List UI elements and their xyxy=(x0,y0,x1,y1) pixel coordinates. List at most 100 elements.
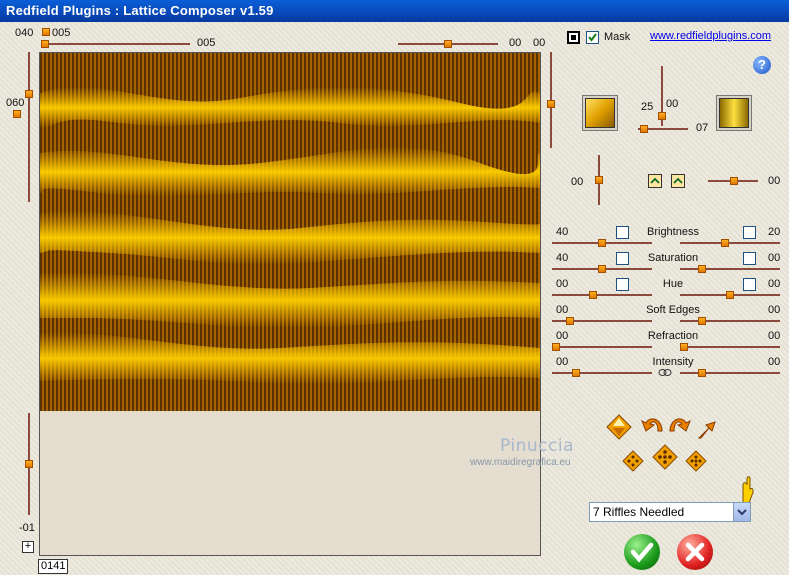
up-toggle-button-2[interactable] xyxy=(671,174,685,188)
dice-icon[interactable] xyxy=(622,450,644,475)
link-chain-icon[interactable] xyxy=(658,368,672,377)
preview-graphic xyxy=(40,53,540,411)
adjust-left-value: 00 xyxy=(556,278,569,290)
preset-select[interactable]: 7 Riffles Needled xyxy=(589,502,751,522)
adjust-left-checkbox[interactable] xyxy=(616,252,629,265)
watermark-url: www.maidiregrafica.eu xyxy=(470,457,571,468)
adjust-left-value: 40 xyxy=(556,252,569,264)
redo-arrow-icon[interactable] xyxy=(666,413,692,438)
redfield-link[interactable]: www.redfieldplugins.com xyxy=(650,30,771,42)
frame-counter: 0141 xyxy=(38,559,68,574)
adjust-right-slider-thumb[interactable] xyxy=(680,343,688,351)
adjust-right-slider-thumb[interactable] xyxy=(721,239,729,247)
adjust-right-slider-thumb[interactable] xyxy=(726,291,734,299)
adjust-left-slider-track[interactable] xyxy=(552,372,652,374)
expand-arrow-icon[interactable] xyxy=(697,420,717,443)
top-small-thumb[interactable] xyxy=(42,28,50,36)
adjust-right-checkbox[interactable] xyxy=(743,252,756,265)
top-right-value-1: 00 xyxy=(509,37,522,49)
adjust-left-slider-thumb[interactable] xyxy=(598,265,606,273)
adjust-left-slider-thumb[interactable] xyxy=(589,291,597,299)
adjust-right-value: 00 xyxy=(768,278,781,290)
top-right-slider-thumb[interactable] xyxy=(444,40,452,48)
adjust-left-slider-thumb[interactable] xyxy=(572,369,580,377)
dice-icon[interactable] xyxy=(685,450,707,475)
adjust-right-slider-track[interactable] xyxy=(680,242,780,244)
adjust-right-checkbox[interactable] xyxy=(743,226,756,239)
adjust-label: Refraction xyxy=(647,330,699,342)
left-upper-slider-track[interactable] xyxy=(28,52,30,202)
adjust-left-value: 00 xyxy=(556,330,569,342)
mask-checkbox[interactable] xyxy=(586,31,599,44)
left-upper-value: 060 xyxy=(6,97,25,109)
top-left-value: 040 xyxy=(15,27,34,39)
adjust-left-checkbox[interactable] xyxy=(616,226,629,239)
adjust-right-value: 00 xyxy=(768,252,781,264)
adjust-left-slider-thumb[interactable] xyxy=(566,317,574,325)
left-upper-slider-thumb[interactable] xyxy=(25,90,33,98)
cancel-x-icon xyxy=(685,542,705,562)
ok-check-icon xyxy=(630,542,654,563)
adjust-right-value: 00 xyxy=(768,304,781,316)
adjust-left-slider-thumb[interactable] xyxy=(552,343,560,351)
right-vertical-slider-thumb[interactable] xyxy=(547,100,555,108)
adjust-right-value: 00 xyxy=(768,356,781,368)
mid-vertical-slider-thumb[interactable] xyxy=(595,176,603,184)
adjust-left-slider-thumb[interactable] xyxy=(598,239,606,247)
adjust-right-checkbox[interactable] xyxy=(743,278,756,291)
adjust-label: Hue xyxy=(662,278,684,290)
adjust-label: Soft Edges xyxy=(646,304,700,316)
adjust-right-slider-track[interactable] xyxy=(680,268,780,270)
adjust-right-slider-track[interactable] xyxy=(680,346,780,348)
top-slider-track[interactable] xyxy=(42,43,190,45)
color-swatch-right[interactable] xyxy=(716,95,752,131)
chevron-down-icon[interactable] xyxy=(733,503,750,521)
top-small-value: 005 xyxy=(52,27,71,39)
top-right-value-2: 00 xyxy=(533,37,546,49)
ok-button[interactable] xyxy=(624,534,660,570)
adjust-label: Intensity xyxy=(652,356,694,368)
adjust-left-value: 40 xyxy=(556,226,569,238)
adjust-left-slider-track[interactable] xyxy=(552,346,652,348)
color-value-1: 25 xyxy=(641,101,654,113)
mid-right-value: 00 xyxy=(768,175,781,187)
color-vertical-slider-thumb[interactable] xyxy=(658,112,666,120)
preset-selected-value: 7 Riffles Needled xyxy=(593,505,685,519)
adjust-right-slider-track[interactable] xyxy=(680,372,780,374)
up-toggle-button-1[interactable] xyxy=(648,174,662,188)
top-slider-value: 005 xyxy=(197,37,216,49)
crosshair-icon[interactable]: + xyxy=(22,541,34,553)
adjust-right-slider-thumb[interactable] xyxy=(698,265,706,273)
color-swatch-left[interactable] xyxy=(582,95,618,131)
mask-color-box[interactable] xyxy=(567,31,580,44)
left-lower-slider-thumb[interactable] xyxy=(25,460,33,468)
diamond-arrows-icon[interactable] xyxy=(606,414,632,443)
undo-arrow-icon[interactable] xyxy=(640,413,666,438)
adjust-label: Saturation xyxy=(647,252,699,264)
watermark-title: Pinuccia xyxy=(500,436,574,456)
caret-up-icon xyxy=(673,177,683,184)
adjust-label: Brightness xyxy=(647,226,699,238)
adjust-right-slider-thumb[interactable] xyxy=(698,317,706,325)
adjust-left-checkbox[interactable] xyxy=(616,278,629,291)
checkmark-icon xyxy=(588,33,597,42)
dice-icon[interactable] xyxy=(652,444,678,473)
help-icon[interactable]: ? xyxy=(753,56,771,74)
top-slider-thumb[interactable] xyxy=(41,40,49,48)
adjust-left-slider-track[interactable] xyxy=(552,294,652,296)
adjust-left-value: 00 xyxy=(556,304,569,316)
color-horizontal-slider-thumb[interactable] xyxy=(640,125,648,133)
left-lower-value: -01 xyxy=(19,522,35,534)
adjust-right-value: 20 xyxy=(768,226,781,238)
color-value-2: 00 xyxy=(666,98,679,110)
cancel-button[interactable] xyxy=(677,534,713,570)
color-value-3: 07 xyxy=(696,122,709,134)
adjust-right-slider-track[interactable] xyxy=(680,320,780,322)
adjust-right-slider-thumb[interactable] xyxy=(698,369,706,377)
mid-horizontal-slider-thumb[interactable] xyxy=(730,177,738,185)
window-title: Redfield Plugins : Lattice Composer v1.5… xyxy=(0,0,789,22)
adjust-right-value: 00 xyxy=(768,330,781,342)
mask-label: Mask xyxy=(604,31,631,43)
caret-up-icon xyxy=(650,177,660,184)
left-upper-small-thumb[interactable] xyxy=(13,110,21,118)
